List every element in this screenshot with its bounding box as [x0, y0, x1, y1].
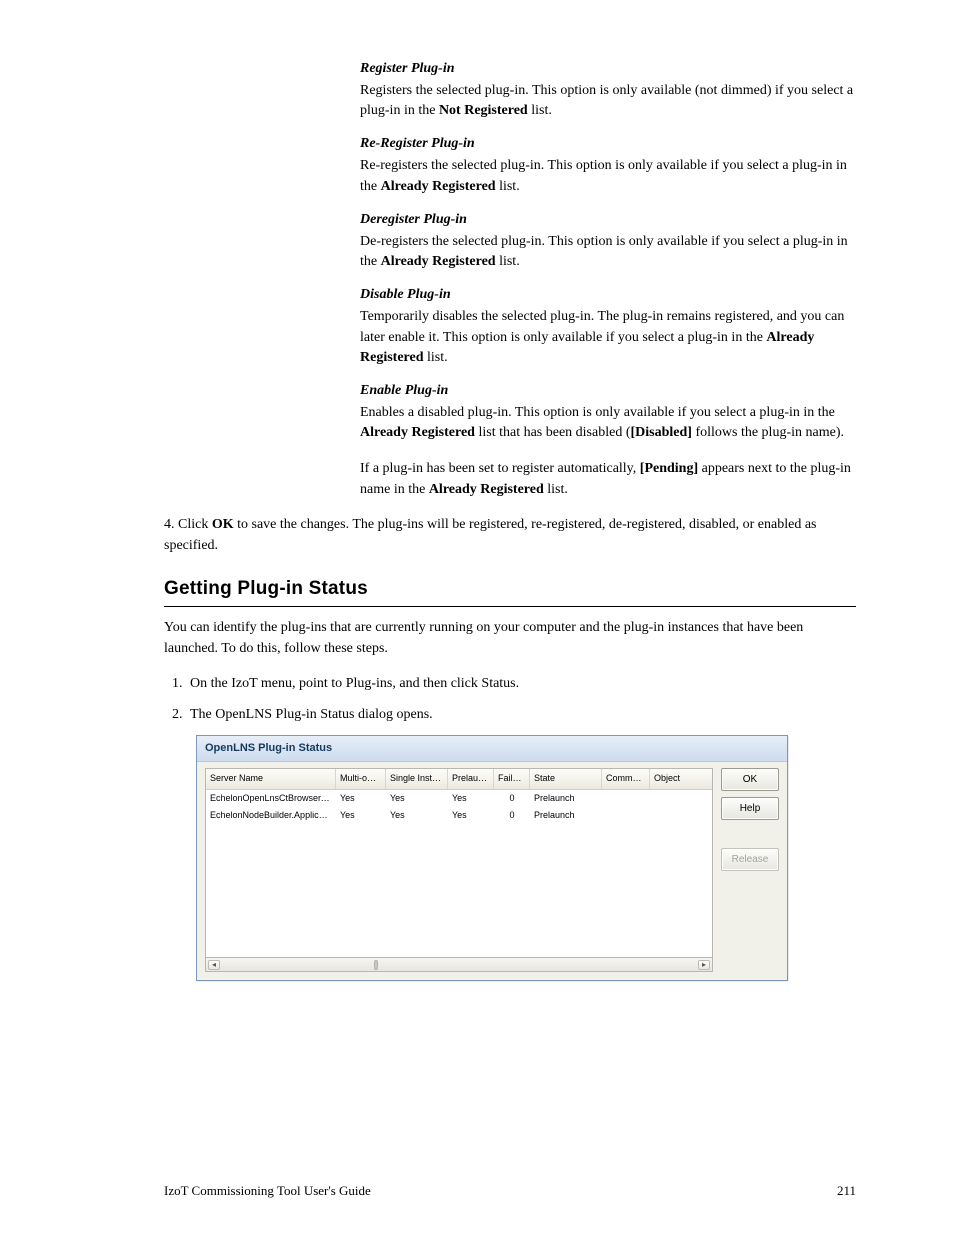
def-head: Enable Plug-in: [360, 382, 856, 401]
section-heading: Getting Plug-in Status: [164, 578, 856, 600]
def-body: Temporarily disables the selected plug-i…: [360, 307, 856, 368]
def-body: Registers the selected plug-in. This opt…: [360, 81, 856, 122]
scroll-right-icon[interactable]: ▸: [698, 960, 710, 970]
horizontal-scrollbar[interactable]: ◂ ▸: [205, 958, 713, 972]
step-4: 4. Click OK to save the changes. The plu…: [164, 514, 856, 556]
help-button[interactable]: Help: [721, 797, 779, 820]
def-deregister: Deregister Plug-in De-registers the sele…: [360, 211, 856, 272]
table-header: Server Name Multi-object? Single Instanc…: [206, 769, 712, 790]
ok-button[interactable]: OK: [721, 768, 779, 791]
def-head: Deregister Plug-in: [360, 211, 856, 230]
col-state[interactable]: State: [530, 769, 602, 789]
col-server-name[interactable]: Server Name: [206, 769, 336, 789]
def-register: Register Plug-in Registers the selected …: [360, 60, 856, 121]
col-single-instance[interactable]: Single Instance?: [386, 769, 448, 789]
def-enable: Enable Plug-in Enables a disabled plug-i…: [360, 382, 856, 443]
def-body: Enables a disabled plug-in. This option …: [360, 403, 856, 444]
table-row[interactable]: EchelonOpenLnsCtBrowser.Doc... Yes Yes Y…: [206, 790, 712, 808]
dialog-title: OpenLNS Plug-in Status: [197, 736, 787, 763]
step-2: The OpenLNS Plug-in Status dialog opens.…: [186, 704, 856, 982]
scroll-thumb[interactable]: [374, 960, 378, 970]
def-head: Re-Register Plug-in: [360, 135, 856, 154]
footer-doc-title: IzoT Commissioning Tool User's Guide: [164, 1183, 371, 1199]
plugin-table[interactable]: Server Name Multi-object? Single Instanc…: [205, 768, 713, 958]
col-prelaunch[interactable]: Prelaunch?: [448, 769, 494, 789]
def-reregister: Re-Register Plug-in Re-registers the sel…: [360, 135, 856, 196]
def-head: Disable Plug-in: [360, 286, 856, 305]
footer-page-number: 211: [837, 1183, 856, 1199]
col-multi-object[interactable]: Multi-object?: [336, 769, 386, 789]
table-row[interactable]: EchelonNodeBuilder.Application Yes Yes Y…: [206, 807, 712, 825]
col-command[interactable]: Command: [602, 769, 650, 789]
pending-note: If a plug-in has been set to register au…: [360, 458, 856, 500]
col-failures[interactable]: Failures: [494, 769, 530, 789]
release-button: Release: [721, 848, 779, 871]
scroll-left-icon[interactable]: ◂: [208, 960, 220, 970]
col-object[interactable]: Object: [650, 769, 686, 789]
section-intro: You can identify the plug-ins that are c…: [164, 617, 856, 659]
section-rule: [164, 606, 856, 607]
plugin-status-dialog: OpenLNS Plug-in Status Server Name Multi…: [196, 735, 788, 982]
step-1: On the IzoT menu, point to Plug-ins, and…: [186, 673, 856, 694]
steps-list: On the IzoT menu, point to Plug-ins, and…: [186, 673, 856, 982]
def-body: De-registers the selected plug-in. This …: [360, 232, 856, 273]
def-head: Register Plug-in: [360, 60, 856, 79]
def-disable: Disable Plug-in Temporarily disables the…: [360, 286, 856, 368]
def-body: Re-registers the selected plug-in. This …: [360, 156, 856, 197]
